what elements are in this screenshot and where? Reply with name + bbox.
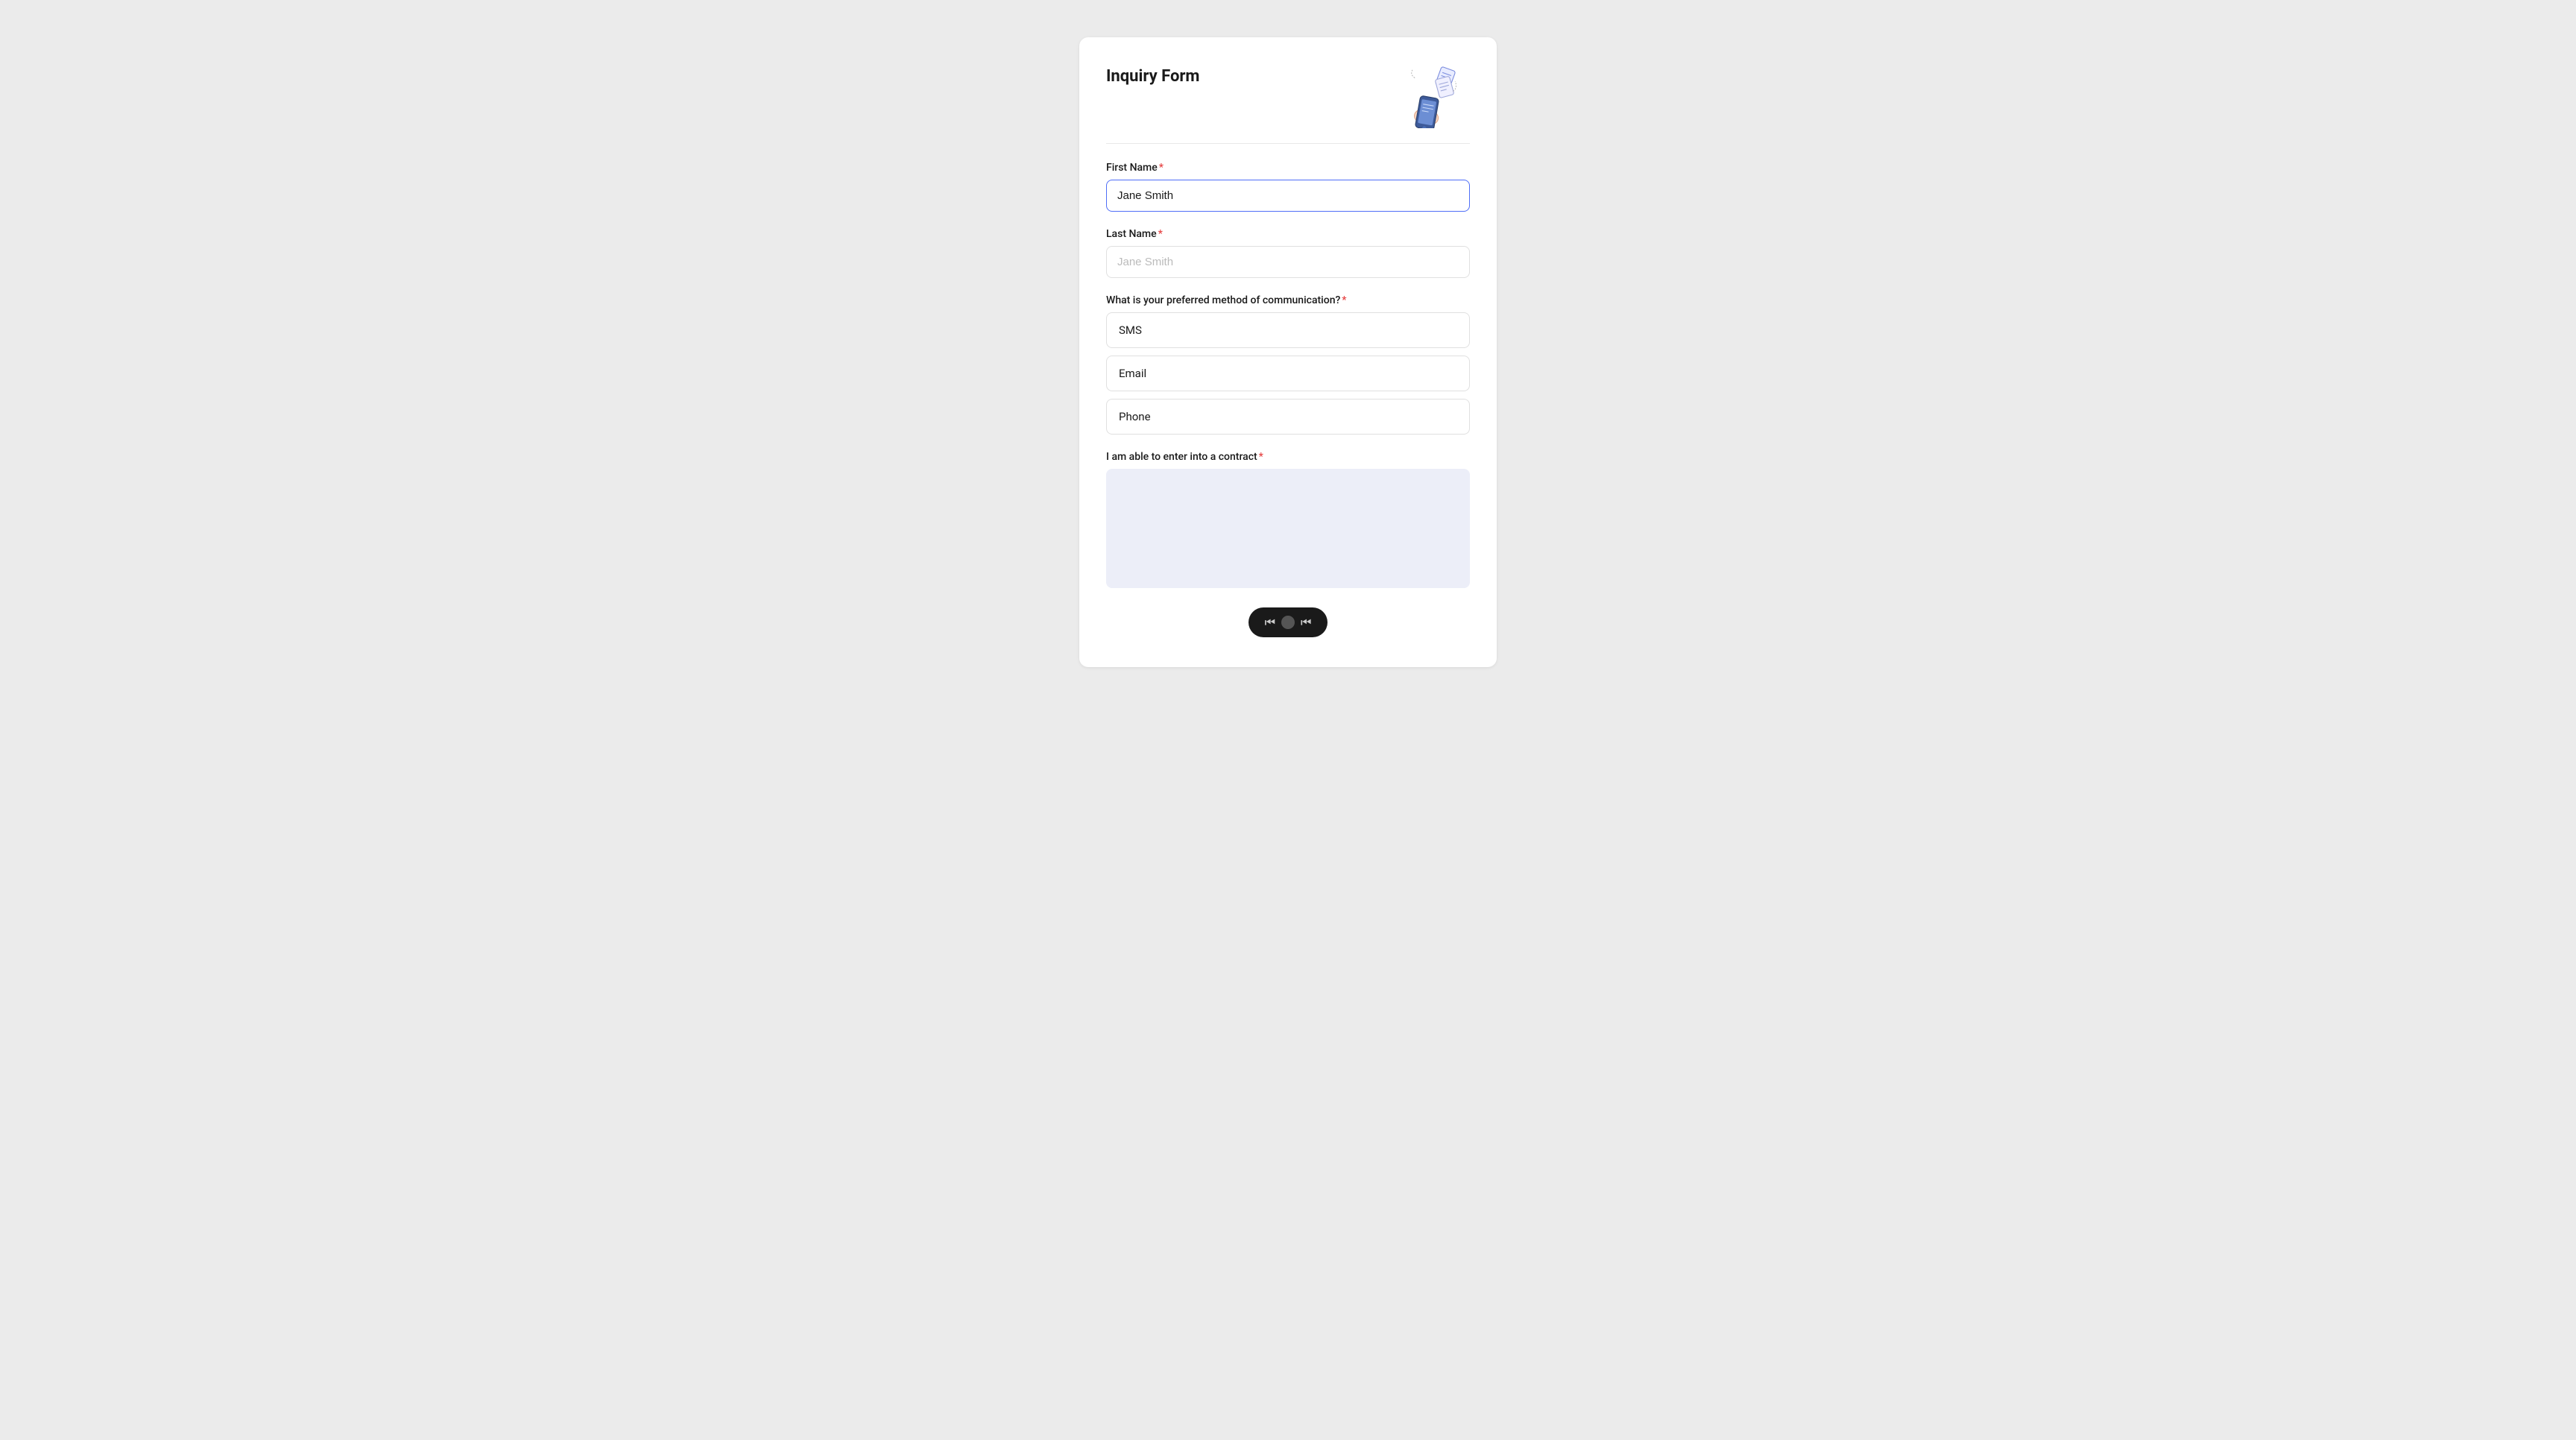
- form-card: Inquiry Form: [1079, 37, 1497, 667]
- comm-option-sms[interactable]: SMS: [1106, 312, 1470, 348]
- back-arrow-icon-2: ⏮: [1301, 615, 1311, 630]
- nav-pill[interactable]: ⏮ ⏮: [1248, 607, 1328, 637]
- form-header: Inquiry Form: [1106, 61, 1470, 144]
- communication-field-group: What is your preferred method of communi…: [1106, 294, 1470, 435]
- first-name-required-star: *: [1159, 162, 1164, 174]
- communication-required-star: *: [1342, 294, 1346, 306]
- sms-label: SMS: [1119, 323, 1142, 337]
- form-title: Inquiry Form: [1106, 67, 1200, 86]
- form-illustration: [1403, 61, 1470, 128]
- phone-label: Phone: [1119, 410, 1151, 423]
- page-wrapper: Inquiry Form: [15, 15, 2561, 667]
- email-label: Email: [1119, 367, 1146, 380]
- communication-label: What is your preferred method of communi…: [1106, 294, 1470, 306]
- comm-option-email[interactable]: Email: [1106, 356, 1470, 391]
- communication-options: SMS Email Phone: [1106, 312, 1470, 435]
- comm-option-phone[interactable]: Phone: [1106, 399, 1470, 435]
- contract-required-star: *: [1259, 451, 1263, 463]
- back-arrow-icon: ⏮: [1265, 615, 1275, 630]
- first-name-label: First Name*: [1106, 162, 1470, 174]
- illustration-svg: [1403, 61, 1470, 128]
- contract-textarea[interactable]: [1106, 469, 1470, 588]
- first-name-input[interactable]: [1106, 180, 1470, 212]
- last-name-input[interactable]: [1106, 246, 1470, 278]
- contract-label: I am able to enter into a contract*: [1106, 451, 1470, 463]
- nav-dot-1: [1281, 616, 1295, 629]
- bottom-nav-bar: ⏮ ⏮: [1106, 607, 1470, 637]
- last-name-required-star: *: [1158, 228, 1163, 240]
- contract-field-group: I am able to enter into a contract*: [1106, 451, 1470, 591]
- last-name-label: Last Name*: [1106, 228, 1470, 240]
- first-name-field-group: First Name*: [1106, 162, 1470, 212]
- last-name-field-group: Last Name*: [1106, 228, 1470, 278]
